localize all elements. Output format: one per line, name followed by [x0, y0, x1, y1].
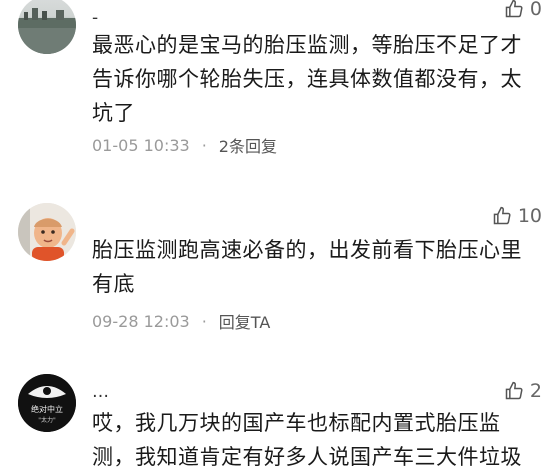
like-button[interactable]: 2: [504, 380, 542, 402]
like-count: 0: [529, 0, 542, 20]
reply-link[interactable]: 回复TA: [219, 309, 270, 333]
like-count: 10: [517, 205, 542, 227]
separator-dot: ·: [201, 135, 207, 155]
timestamp: 01-05 10:33: [92, 135, 190, 155]
avatar[interactable]: [18, 203, 76, 261]
like-button[interactable]: 10: [492, 205, 542, 227]
thumbs-up-icon: [493, 206, 511, 225]
like-button[interactable]: 0: [504, 0, 542, 20]
avatar-badge-subtext: "太力": [38, 416, 56, 424]
comment-meta: 01-05 10:33 · 2条回复: [92, 133, 277, 157]
username[interactable]: …: [92, 382, 109, 402]
separator-dot: ·: [201, 311, 207, 331]
like-count: 2: [529, 380, 542, 402]
avatar[interactable]: 绝对中立 "太力": [18, 374, 76, 432]
username[interactable]: -: [92, 8, 98, 28]
comment-text: 最恶心的是宝马的胎压监测，等胎压不足了才告诉你哪个轮胎失压，连具体数值都没有，太…: [92, 33, 522, 125]
avatar-badge-text: 绝对中立: [31, 404, 63, 414]
thumbs-up-icon: [505, 0, 523, 18]
avatar[interactable]: [18, 0, 76, 54]
replies-link[interactable]: 2条回复: [219, 133, 277, 157]
thumbs-up-icon: [505, 381, 523, 400]
comment-text: 哎，我几万块的国产车也标配内置式胎压监测，我知道肯定有好多人说国产车三大件垃圾: [92, 411, 522, 469]
comment-meta: 09-28 12:03 · 回复TA: [92, 309, 270, 333]
comment-text: 胎压监测跑高速必备的，出发前看下胎压心里有底: [92, 238, 522, 296]
timestamp: 09-28 12:03: [92, 311, 190, 331]
